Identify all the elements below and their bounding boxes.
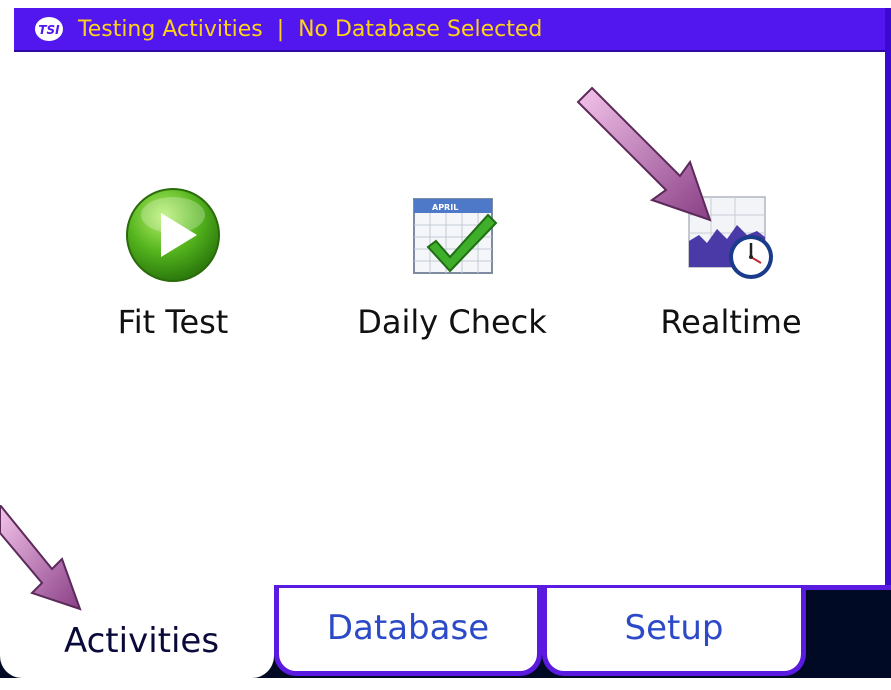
right-border <box>885 8 891 588</box>
window-title: Testing Activities | No Database Selecte… <box>78 16 543 42</box>
tab-label: Setup <box>624 608 724 648</box>
activity-fit-test[interactable]: Fit Test <box>58 185 288 341</box>
calendar-check-icon: APRIL <box>413 198 498 274</box>
title-bar: TSI Testing Activities | No Database Sel… <box>14 8 885 52</box>
app-window: TSI Testing Activities | No Database Sel… <box>0 0 891 678</box>
left-margin <box>0 8 14 678</box>
logo-text: TSI <box>38 23 60 37</box>
tab-label: Activities <box>63 621 220 661</box>
tab-setup[interactable]: Setup <box>542 588 806 676</box>
tab-database[interactable]: Database <box>274 588 542 676</box>
activity-label: Realtime <box>660 303 802 341</box>
calendar-month: APRIL <box>432 203 458 212</box>
tab-label: Database <box>326 608 490 648</box>
activity-label: Fit Test <box>117 303 229 341</box>
activity-label: Daily Check <box>357 303 547 341</box>
activity-daily-check[interactable]: APRIL Daily Check <box>337 185 567 341</box>
tsi-logo-icon: TSI <box>35 17 63 41</box>
play-icon <box>126 188 220 282</box>
activity-realtime[interactable]: Realtime <box>616 185 846 341</box>
tab-activities[interactable]: Activities <box>0 580 274 678</box>
realtime-chart-clock-icon <box>688 196 773 279</box>
